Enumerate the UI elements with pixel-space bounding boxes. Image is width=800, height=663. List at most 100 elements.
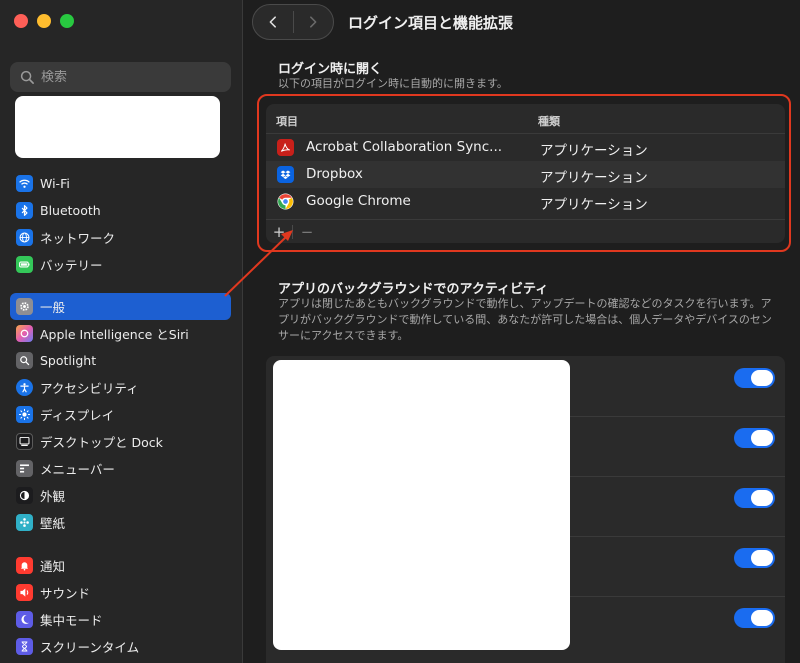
gear-icon xyxy=(16,298,33,315)
speaker-icon xyxy=(16,584,33,601)
sidebar-item-appearance[interactable]: 外観 xyxy=(10,482,231,509)
background-activity-title: アプリのバックグラウンドでのアクティビティ xyxy=(278,282,549,297)
back-button[interactable] xyxy=(253,5,293,39)
toggle-knob xyxy=(751,610,773,626)
menubar-icon xyxy=(16,460,33,477)
sidebar-item-spotlight[interactable]: Spotlight xyxy=(10,347,231,374)
sidebar-item-label: アクセシビリティ xyxy=(40,381,139,396)
moon-icon xyxy=(16,611,33,628)
sidebar-item-label: Bluetooth xyxy=(40,203,101,218)
row-divider xyxy=(570,416,785,417)
row-divider xyxy=(570,596,785,597)
background-items-content xyxy=(273,360,570,650)
account-card[interactable] xyxy=(15,96,220,158)
siri-icon xyxy=(16,325,33,342)
background-activity-description: アプリは閉じたあともバックグラウンドで動作し、アップデートの確認などのタスクを行… xyxy=(278,297,772,342)
sidebar-item-desktop-dock[interactable]: デスクトップと Dock xyxy=(10,428,231,455)
footer-divider xyxy=(292,225,293,239)
minimize-window-button[interactable] xyxy=(37,14,51,28)
sidebar-item-label: 一般 xyxy=(40,300,66,315)
background-toggle-2[interactable] xyxy=(734,428,775,448)
sidebar-item-accessibility[interactable]: アクセシビリティ xyxy=(10,374,231,401)
login-items-title: ログイン時に開く xyxy=(278,62,383,77)
hourglass-icon xyxy=(16,638,33,655)
remove-login-item-button[interactable]: − xyxy=(296,221,318,243)
table-row[interactable]: Google Chrome アプリケーション xyxy=(266,188,785,215)
sidebar-item-label: スクリーンタイム xyxy=(40,640,140,655)
sidebar-item-bluetooth[interactable]: Bluetooth xyxy=(10,197,231,224)
row-name: Acrobat Collaboration Sync... xyxy=(306,139,503,155)
row-divider xyxy=(570,476,785,477)
sidebar-item-label: 集中モード xyxy=(40,613,103,628)
row-kind: アプリケーション xyxy=(540,170,648,186)
toggle-knob xyxy=(751,370,773,386)
column-header-item[interactable]: 項目 xyxy=(276,113,298,129)
sidebar-item-focus[interactable]: 集中モード xyxy=(10,606,231,633)
sidebar-item-label: ネットワーク xyxy=(40,231,116,246)
sidebar-item-display[interactable]: ディスプレイ xyxy=(10,401,231,428)
dock-icon xyxy=(16,433,33,450)
sidebar-item-general[interactable]: 一般 xyxy=(10,293,231,320)
chevron-left-icon xyxy=(269,16,276,28)
page-title: ログイン項目と機能拡張 xyxy=(348,14,514,32)
row-kind: アプリケーション xyxy=(540,143,648,159)
column-header-kind[interactable]: 種類 xyxy=(538,113,560,129)
sidebar-item-wifi[interactable]: Wi-Fi xyxy=(10,170,231,197)
table-row[interactable]: Acrobat Collaboration Sync... アプリケーション xyxy=(266,134,785,161)
forward-button[interactable] xyxy=(293,5,333,39)
sidebar-item-network[interactable]: ネットワーク xyxy=(10,224,231,251)
appearance-icon xyxy=(16,487,33,504)
sidebar-item-label: メニューバー xyxy=(40,462,115,477)
sidebar-item-apple-intelligence[interactable]: Apple Intelligence とSiri xyxy=(10,320,231,347)
close-window-button[interactable] xyxy=(14,14,28,28)
login-items-description: 以下の項目がログイン時に自動的に開きます。 xyxy=(278,77,508,90)
sidebar-item-label: Spotlight xyxy=(40,353,97,368)
sidebar-item-label: サウンド xyxy=(40,586,91,601)
sidebar-item-menubar[interactable]: メニューバー xyxy=(10,455,231,482)
row-kind: アプリケーション xyxy=(540,197,648,213)
wifi-icon xyxy=(16,175,33,192)
sidebar-item-notifications[interactable]: 通知 xyxy=(10,552,231,579)
sun-icon xyxy=(16,406,33,423)
globe-icon xyxy=(16,229,33,246)
background-toggle-5[interactable] xyxy=(734,608,775,628)
wallpaper-icon xyxy=(16,514,33,531)
magnifier-icon xyxy=(16,352,33,369)
toggle-knob xyxy=(751,430,773,446)
table-row[interactable]: Dropbox アプリケーション xyxy=(266,161,785,188)
dropbox-icon xyxy=(277,166,294,183)
chrome-icon xyxy=(277,193,294,210)
battery-icon xyxy=(16,256,33,273)
background-toggle-3[interactable] xyxy=(734,488,775,508)
sidebar-item-label: 壁紙 xyxy=(40,516,66,531)
sidebar-item-label: 通知 xyxy=(40,559,66,574)
login-items-table: 項目 種類 Acrobat Collaboration Sync... アプリケ… xyxy=(266,104,785,243)
sidebar-item-sound[interactable]: サウンド xyxy=(10,579,231,606)
sidebar-item-label: Apple Intelligence とSiri xyxy=(40,327,189,342)
sidebar-item-wallpaper[interactable]: 壁紙 xyxy=(10,509,231,536)
row-name: Dropbox xyxy=(306,166,363,182)
sidebar-item-label: 外観 xyxy=(40,489,66,504)
zoom-window-button[interactable] xyxy=(60,14,74,28)
bluetooth-icon xyxy=(16,202,33,219)
background-toggle-1[interactable] xyxy=(734,368,775,388)
acrobat-icon xyxy=(277,139,294,156)
accessibility-icon xyxy=(16,379,33,396)
background-toggle-4[interactable] xyxy=(734,548,775,568)
sidebar: Wi-Fi Bluetooth ネットワーク バッテリー 一般 Apple In… xyxy=(0,0,243,663)
toggle-knob xyxy=(751,550,773,566)
sidebar-item-label: Wi-Fi xyxy=(40,176,70,191)
window-controls xyxy=(14,14,74,28)
sidebar-item-label: ディスプレイ xyxy=(40,408,115,423)
sidebar-item-battery[interactable]: バッテリー xyxy=(10,251,231,278)
bell-icon xyxy=(16,557,33,574)
table-footer: + − xyxy=(266,219,785,243)
sidebar-item-screen-time[interactable]: スクリーンタイム xyxy=(10,633,231,660)
search-input[interactable] xyxy=(41,69,221,85)
row-divider xyxy=(570,536,785,537)
search-field[interactable] xyxy=(10,62,231,92)
navigation-buttons xyxy=(252,4,334,40)
toggle-knob xyxy=(751,490,773,506)
chevron-right-icon xyxy=(310,16,317,28)
add-login-item-button[interactable]: + xyxy=(268,221,290,243)
